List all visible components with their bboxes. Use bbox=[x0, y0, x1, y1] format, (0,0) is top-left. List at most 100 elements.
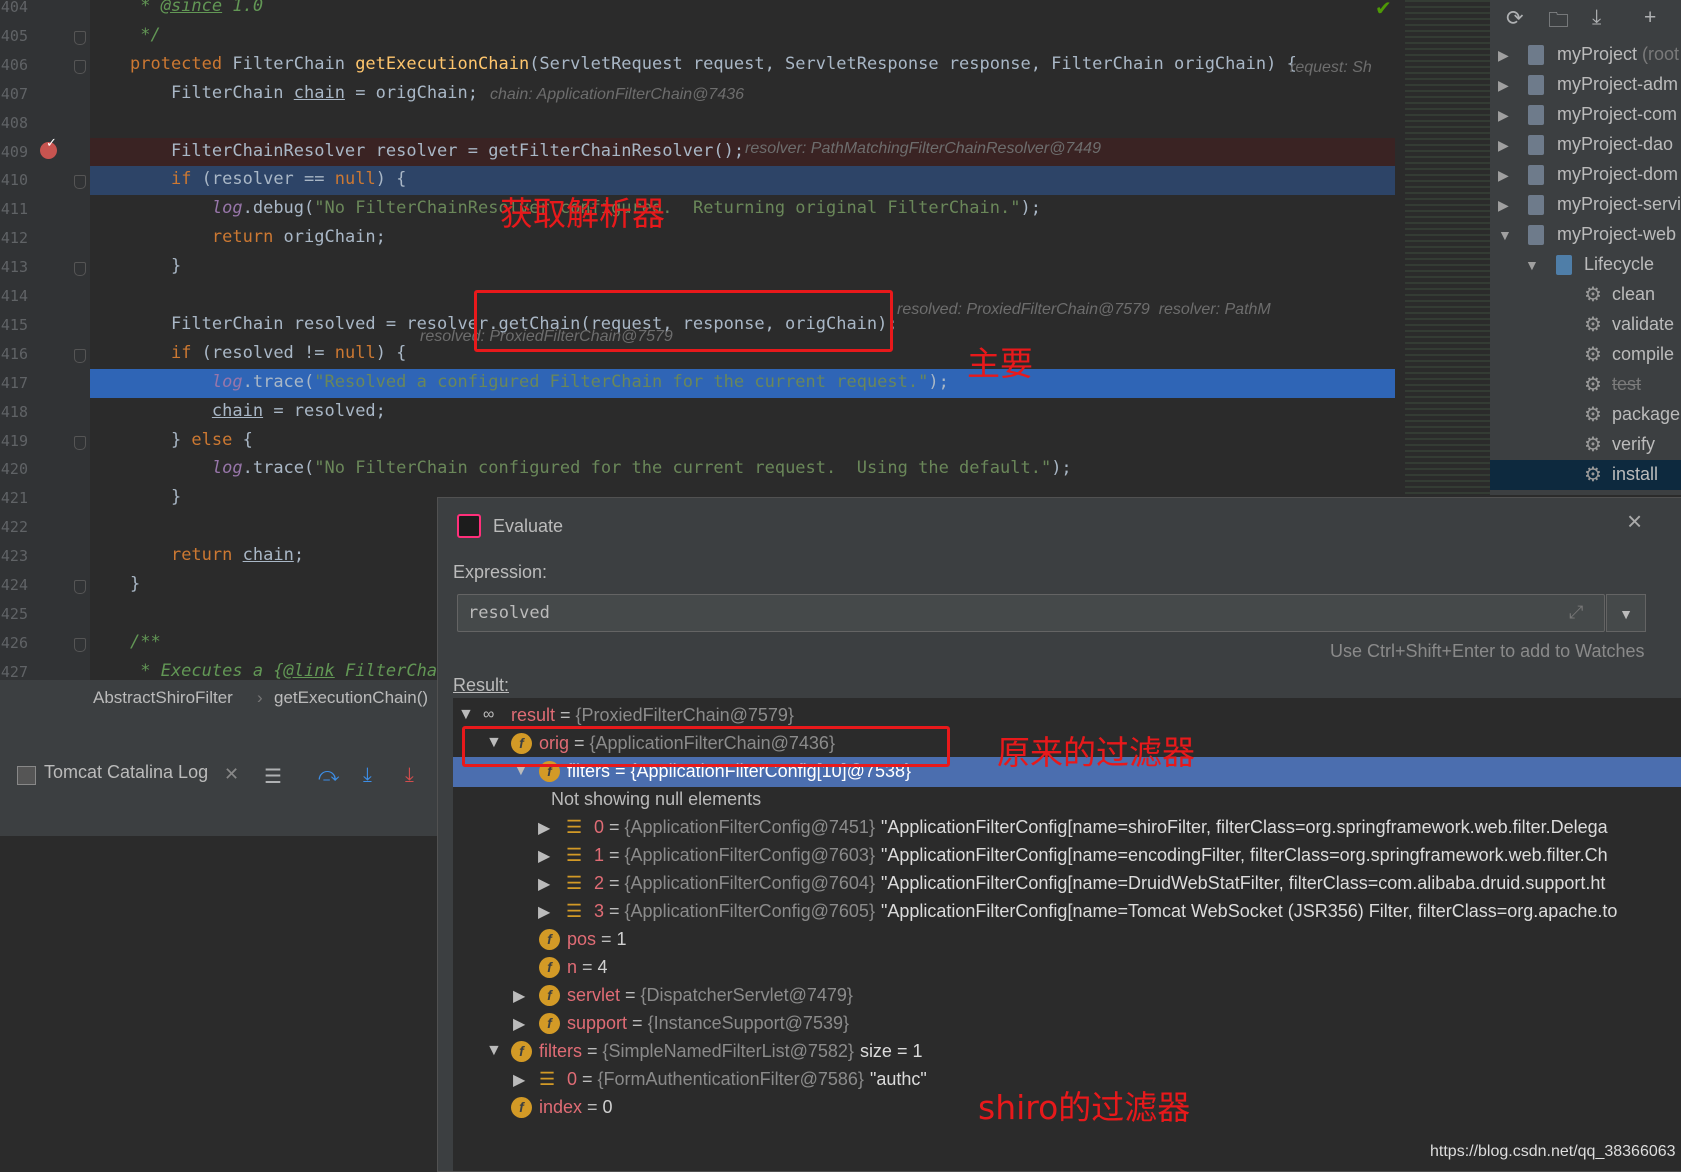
lifecycle-phase-install[interactable]: ⚙ install bbox=[1490, 460, 1681, 490]
code-text[interactable]: } bbox=[130, 487, 181, 507]
fold-marker-icon[interactable] bbox=[74, 175, 86, 190]
line-number[interactable]: 407 bbox=[0, 85, 28, 103]
code-line[interactable]: 411 log.debug("No FilterChainResolver co… bbox=[0, 195, 1400, 224]
fold-marker-icon[interactable] bbox=[74, 59, 86, 74]
lifecycle-phase-clean[interactable]: ⚙ clean bbox=[1490, 280, 1681, 310]
chevron-right-icon[interactable]: ▶ bbox=[1498, 197, 1509, 214]
fold-marker-icon[interactable] bbox=[74, 262, 86, 277]
close-tab-icon[interactable]: ✕ bbox=[224, 764, 239, 785]
chevron-right-icon[interactable]: ▶ bbox=[538, 902, 550, 922]
menu-icon[interactable]: ☰ bbox=[264, 764, 282, 789]
line-number[interactable]: 405 bbox=[0, 27, 28, 45]
line-number[interactable]: 413 bbox=[0, 258, 28, 276]
code-text[interactable]: log.trace("Resolved a configured FilterC… bbox=[130, 372, 949, 392]
history-dropdown-button[interactable]: ▼ bbox=[1606, 594, 1646, 632]
code-line[interactable]: 412 return origChain; bbox=[0, 224, 1400, 253]
line-number[interactable]: 420 bbox=[0, 460, 28, 478]
result-tree-row[interactable]: ▶ ☰ 1 = {ApplicationFilterConfig@7603} "App… bbox=[453, 841, 1681, 871]
folder-icon[interactable]: 🗀 bbox=[1548, 6, 1569, 41]
code-minimap[interactable] bbox=[1405, 0, 1490, 495]
chevron-right-icon[interactable]: ▶ bbox=[538, 818, 550, 838]
fold-marker-icon[interactable] bbox=[74, 435, 86, 450]
result-tree-row[interactable]: ▶ f servlet = {DispatcherServlet@7479} bbox=[453, 981, 1681, 1011]
line-number[interactable]: 412 bbox=[0, 229, 28, 247]
line-number[interactable]: 422 bbox=[0, 518, 28, 536]
step-into-icon[interactable]: ⤓ bbox=[363, 764, 372, 787]
result-tree-row[interactable]: f pos = 1 bbox=[453, 925, 1681, 955]
code-line[interactable]: 419 } else { bbox=[0, 427, 1400, 456]
breadcrumb-method[interactable]: getExecutionChain() bbox=[274, 688, 428, 708]
lifecycle-phase-compile[interactable]: ⚙ compile bbox=[1490, 340, 1681, 370]
lifecycle-phase-package[interactable]: ⚙ package bbox=[1490, 400, 1681, 430]
close-icon[interactable]: × bbox=[1627, 506, 1642, 537]
line-number[interactable]: 406 bbox=[0, 56, 28, 74]
line-number[interactable]: 416 bbox=[0, 345, 28, 363]
project-module[interactable]: ▶ myProject (root bbox=[1490, 40, 1681, 70]
code-text[interactable]: } else { bbox=[130, 430, 253, 450]
code-text[interactable]: */ bbox=[130, 25, 160, 45]
force-step-into-icon[interactable]: ⤓ bbox=[405, 764, 414, 787]
code-text[interactable]: if (resolved != null) { bbox=[130, 343, 406, 363]
code-text[interactable]: * @since 1.0 bbox=[130, 0, 263, 16]
lifecycle-phase-verify[interactable]: ⚙ verify bbox=[1490, 430, 1681, 460]
code-text[interactable]: /** bbox=[130, 632, 161, 652]
result-tree-row[interactable]: ▶ ☰ 3 = {ApplicationFilterConfig@7605} "App… bbox=[453, 897, 1681, 927]
fold-marker-icon[interactable] bbox=[74, 30, 86, 45]
chevron-right-icon[interactable]: ▶ bbox=[1498, 47, 1509, 64]
code-text[interactable]: return origChain; bbox=[130, 227, 386, 247]
line-number[interactable]: 423 bbox=[0, 547, 28, 565]
project-module[interactable]: ▶ myProject-dao bbox=[1490, 130, 1681, 160]
result-tree-row[interactable]: ▶ f support = {InstanceSupport@7539} bbox=[453, 1009, 1681, 1039]
chevron-right-icon[interactable]: ▶ bbox=[1498, 137, 1509, 154]
code-text[interactable]: return chain; bbox=[130, 545, 304, 565]
code-line[interactable]: 418 chain = resolved; bbox=[0, 398, 1400, 427]
chevron-right-icon[interactable]: ▶ bbox=[1498, 77, 1509, 94]
line-number[interactable]: 409 bbox=[0, 143, 28, 161]
line-number[interactable]: 415 bbox=[0, 316, 28, 334]
code-text[interactable]: protected FilterChain getExecutionChain(… bbox=[130, 54, 1297, 74]
chevron-down-icon[interactable]: ▼ bbox=[486, 1042, 502, 1060]
code-line[interactable]: 417 log.trace("Resolved a configured Fil… bbox=[1, 368, 1395, 398]
chevron-right-icon[interactable]: ▶ bbox=[513, 1070, 525, 1090]
code-text[interactable]: FilterChain chain = origChain; bbox=[130, 83, 478, 103]
project-module[interactable]: ▶ myProject-dom bbox=[1490, 160, 1681, 190]
chevron-right-icon[interactable]: ▶ bbox=[1498, 167, 1509, 184]
fold-marker-icon[interactable] bbox=[74, 637, 86, 652]
code-line[interactable]: 404 * @since 1.0 bbox=[0, 0, 1400, 22]
lifecycle-phase-validate[interactable]: ⚙ validate bbox=[1490, 310, 1681, 340]
line-number[interactable]: 418 bbox=[0, 403, 28, 421]
code-text[interactable]: } bbox=[130, 256, 181, 276]
code-text[interactable]: FilterChainResolver resolver = getFilter… bbox=[130, 141, 744, 161]
breakpoint-icon[interactable] bbox=[40, 135, 57, 159]
line-number[interactable]: 417 bbox=[0, 374, 28, 392]
line-number[interactable]: 427 bbox=[0, 663, 28, 680]
chevron-down-icon[interactable]: ▼ bbox=[1498, 227, 1512, 243]
code-line[interactable]: 409 FilterChainResolver resolver = getFi… bbox=[1, 137, 1395, 167]
result-tree-row[interactable]: ▶ ☰ 2 = {ApplicationFilterConfig@7604} "App… bbox=[453, 869, 1681, 899]
result-tree-row[interactable]: ▶ ☰ 0 = {ApplicationFilterConfig@7451} "App… bbox=[453, 813, 1681, 843]
tab-tomcat-catalina-log[interactable]: Tomcat Catalina Log bbox=[44, 762, 208, 783]
code-line[interactable]: 405 */ bbox=[0, 22, 1400, 51]
code-text[interactable]: * Executes a {@link FilterChain bbox=[130, 661, 457, 680]
chevron-right-icon[interactable]: ▶ bbox=[513, 1014, 525, 1034]
line-number[interactable]: 408 bbox=[0, 114, 28, 132]
line-number[interactable]: 414 bbox=[0, 287, 28, 305]
chevron-down-icon[interactable]: ▼ bbox=[458, 706, 474, 724]
code-text[interactable]: } bbox=[130, 574, 140, 594]
download-icon[interactable]: ⤓ bbox=[1592, 6, 1601, 30]
project-module[interactable]: ▶ myProject-servi bbox=[1490, 190, 1681, 220]
step-over-icon[interactable]: ⤼ bbox=[318, 764, 339, 787]
code-line[interactable]: 406 protected FilterChain getExecutionCha… bbox=[0, 51, 1400, 80]
line-number[interactable]: 424 bbox=[0, 576, 28, 594]
result-tree-row[interactable]: f n = 4 bbox=[453, 953, 1681, 983]
chevron-right-icon[interactable]: ▶ bbox=[1498, 107, 1509, 124]
code-line[interactable]: 410 if (resolver == null) { bbox=[1, 166, 1395, 196]
code-text[interactable]: log.trace("No FilterChain configured for… bbox=[130, 458, 1072, 478]
lifecycle-node[interactable]: ▼ Lifecycle bbox=[1490, 250, 1681, 280]
line-number[interactable]: 404 bbox=[0, 0, 28, 16]
code-line[interactable]: 408 bbox=[0, 109, 1400, 138]
code-line[interactable]: 420 log.trace("No FilterChain configured… bbox=[0, 455, 1400, 484]
fold-marker-icon[interactable] bbox=[74, 580, 86, 594]
line-number[interactable]: 426 bbox=[0, 634, 28, 652]
line-number[interactable]: 421 bbox=[0, 489, 28, 507]
